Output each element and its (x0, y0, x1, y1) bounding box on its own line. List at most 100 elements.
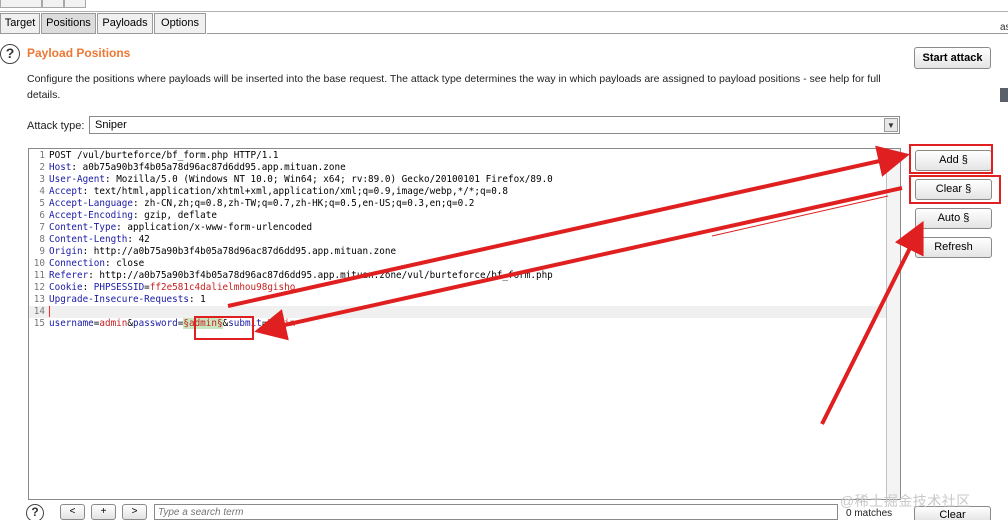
tab-options[interactable]: Options (154, 13, 206, 34)
help-icon[interactable]: ? (0, 44, 20, 64)
header-value: application/x-www-form-urlencoded (127, 222, 313, 233)
annotation-box-clear (909, 175, 1001, 204)
clipped-panel-bar (1000, 88, 1008, 102)
header-value: gzip, deflate (144, 210, 217, 221)
dropdown-arrow-icon[interactable]: ▼ (884, 118, 898, 132)
request-text-line: POST /vul/burteforce/bf_form.php HTTP/1.… (49, 150, 279, 161)
line-number: 2 (39, 162, 45, 173)
header-value: a0b75a90b3f4b05a78d96ac87d6dd95.app.mitu… (82, 162, 346, 173)
search-next-button[interactable]: > (122, 504, 147, 520)
line-number: 10 (33, 258, 45, 269)
param-name: password (133, 318, 178, 329)
header-separator: : (188, 294, 201, 305)
header-name: Origin (49, 246, 83, 257)
line-number: 11 (33, 270, 45, 281)
param-name: username (49, 318, 94, 329)
param-value: admin (99, 318, 128, 329)
header-separator: : (104, 174, 117, 185)
line-number: 4 (39, 186, 45, 197)
request-text[interactable]: 1 POST /vul/burteforce/bf_form.php HTTP/1… (29, 150, 886, 330)
header-value: zh-CN,zh;q=0.8,zh-TW;q=0.7,zh-HK;q=0.5,e… (144, 198, 475, 209)
request-editor[interactable]: 1 POST /vul/burteforce/bf_form.php HTTP/1… (28, 148, 901, 500)
request-line: 14 (29, 306, 886, 318)
request-line: 9 Origin: http://a0b75a90b3f4b05a78d96ac8… (29, 246, 886, 258)
header-name: Accept (49, 186, 83, 197)
top-strip-segment (64, 0, 86, 8)
attack-type-select[interactable]: Sniper ▼ (89, 116, 900, 134)
header-name: Accept-Encoding (49, 210, 133, 221)
header-name: User-Agent (49, 174, 105, 185)
request-line: 13 Upgrade-Insecure-Requests: 1 (29, 294, 886, 306)
line-number: 9 (39, 246, 45, 257)
header-value: http://a0b75a90b3f4b05a78d96ac87d6dd95.a… (99, 270, 553, 281)
line-number: 15 (33, 318, 45, 329)
header-separator: : (71, 162, 83, 173)
line-number: 1 (39, 150, 45, 161)
header-separator: : (82, 246, 94, 257)
editor-vertical-scrollbar[interactable] (886, 149, 900, 499)
watermark-text: @稀土掘金技术社区 (840, 493, 971, 509)
header-separator: : (104, 258, 117, 269)
request-body-line: 15 username=admin&password=§admin§&submit… (29, 318, 886, 330)
request-line: 10 Connection: close (29, 258, 886, 270)
start-attack-button[interactable]: Start attack (914, 47, 991, 69)
request-line: 1 POST /vul/burteforce/bf_form.php HTTP/1… (29, 150, 886, 162)
header-separator: : (88, 270, 100, 281)
request-line: 6 Accept-Encoding: gzip, deflate (29, 210, 886, 222)
header-separator: : (116, 222, 128, 233)
line-number: 12 (33, 282, 45, 293)
line-number: 6 (39, 210, 45, 221)
tab-payloads[interactable]: Payloads (97, 13, 153, 34)
header-name: Accept-Language (49, 198, 133, 209)
header-value: 42 (138, 234, 150, 245)
search-help-icon[interactable]: ? (26, 504, 44, 520)
header-name: Host (49, 162, 72, 173)
request-line: 8 Content-Length: 42 (29, 234, 886, 246)
tab-target[interactable]: Target (0, 13, 40, 34)
request-line: 7 Content-Type: application/x-www-form-ur… (29, 222, 886, 234)
header-value: text/html,application/xhtml+xml,applicat… (93, 186, 508, 197)
search-prev-button[interactable]: < (60, 504, 85, 520)
header-separator: : (127, 234, 139, 245)
section-description: Configure the positions where payloads w… (27, 73, 881, 101)
auto-payload-markers-button[interactable]: Auto § (915, 208, 992, 229)
refresh-button[interactable]: Refresh (915, 237, 992, 258)
header-name: Content-Length (49, 234, 128, 245)
line-number: 14 (33, 306, 45, 317)
line-number: 8 (39, 234, 45, 245)
top-strip-segment (0, 0, 42, 8)
tab-positions[interactable]: Positions (41, 13, 96, 34)
request-line: 11 Referer: http://a0b75a90b3f4b05a78d96a… (29, 270, 886, 282)
header-name: Upgrade-Insecure-Requests (49, 294, 189, 305)
line-number: 3 (39, 174, 45, 185)
clipped-panel-text: as (1000, 22, 1008, 33)
header-separator: : (132, 198, 145, 209)
annotation-box-add (909, 144, 993, 174)
search-options-button[interactable]: + (91, 504, 116, 520)
param-value: Login (267, 318, 296, 329)
header-value: close (116, 258, 145, 269)
attack-type-label: Attack type: (27, 120, 85, 132)
search-input[interactable] (155, 505, 837, 519)
header-separator: : (82, 282, 94, 293)
header-name: Cookie (49, 282, 83, 293)
annotation-box-payload (194, 316, 254, 340)
section-title: Payload Positions (27, 46, 131, 60)
request-line: 2 Host: a0b75a90b3f4b05a78d96ac87d6dd95.a… (29, 162, 886, 174)
header-name: Content-Type (49, 222, 117, 233)
header-separator: : (132, 210, 145, 221)
attack-type-value: Sniper (95, 119, 127, 131)
search-box[interactable] (154, 504, 838, 520)
line-number: 5 (39, 198, 45, 209)
request-line: 12 Cookie: PHPSESSID=ff2e581c4dalielmhou9… (29, 282, 886, 294)
request-line: 5 Accept-Language: zh-CN,zh;q=0.8,zh-TW;q… (29, 198, 886, 210)
intruder-tab-bar: Target Positions Payloads Options (0, 12, 1008, 34)
request-line: 4 Accept: text/html,application/xhtml+xml… (29, 186, 886, 198)
header-value: PHPSESSID=ff2e581c4dalielmhou98gisho (94, 282, 296, 293)
window-top-strip (0, 0, 1008, 12)
header-name: Connection (49, 258, 105, 269)
header-value: Mozilla/5.0 (Windows NT 10.0; Win64; x64… (116, 174, 553, 185)
tab-divider (207, 33, 1008, 34)
header-value: 1 (200, 294, 206, 305)
header-separator: : (82, 186, 94, 197)
